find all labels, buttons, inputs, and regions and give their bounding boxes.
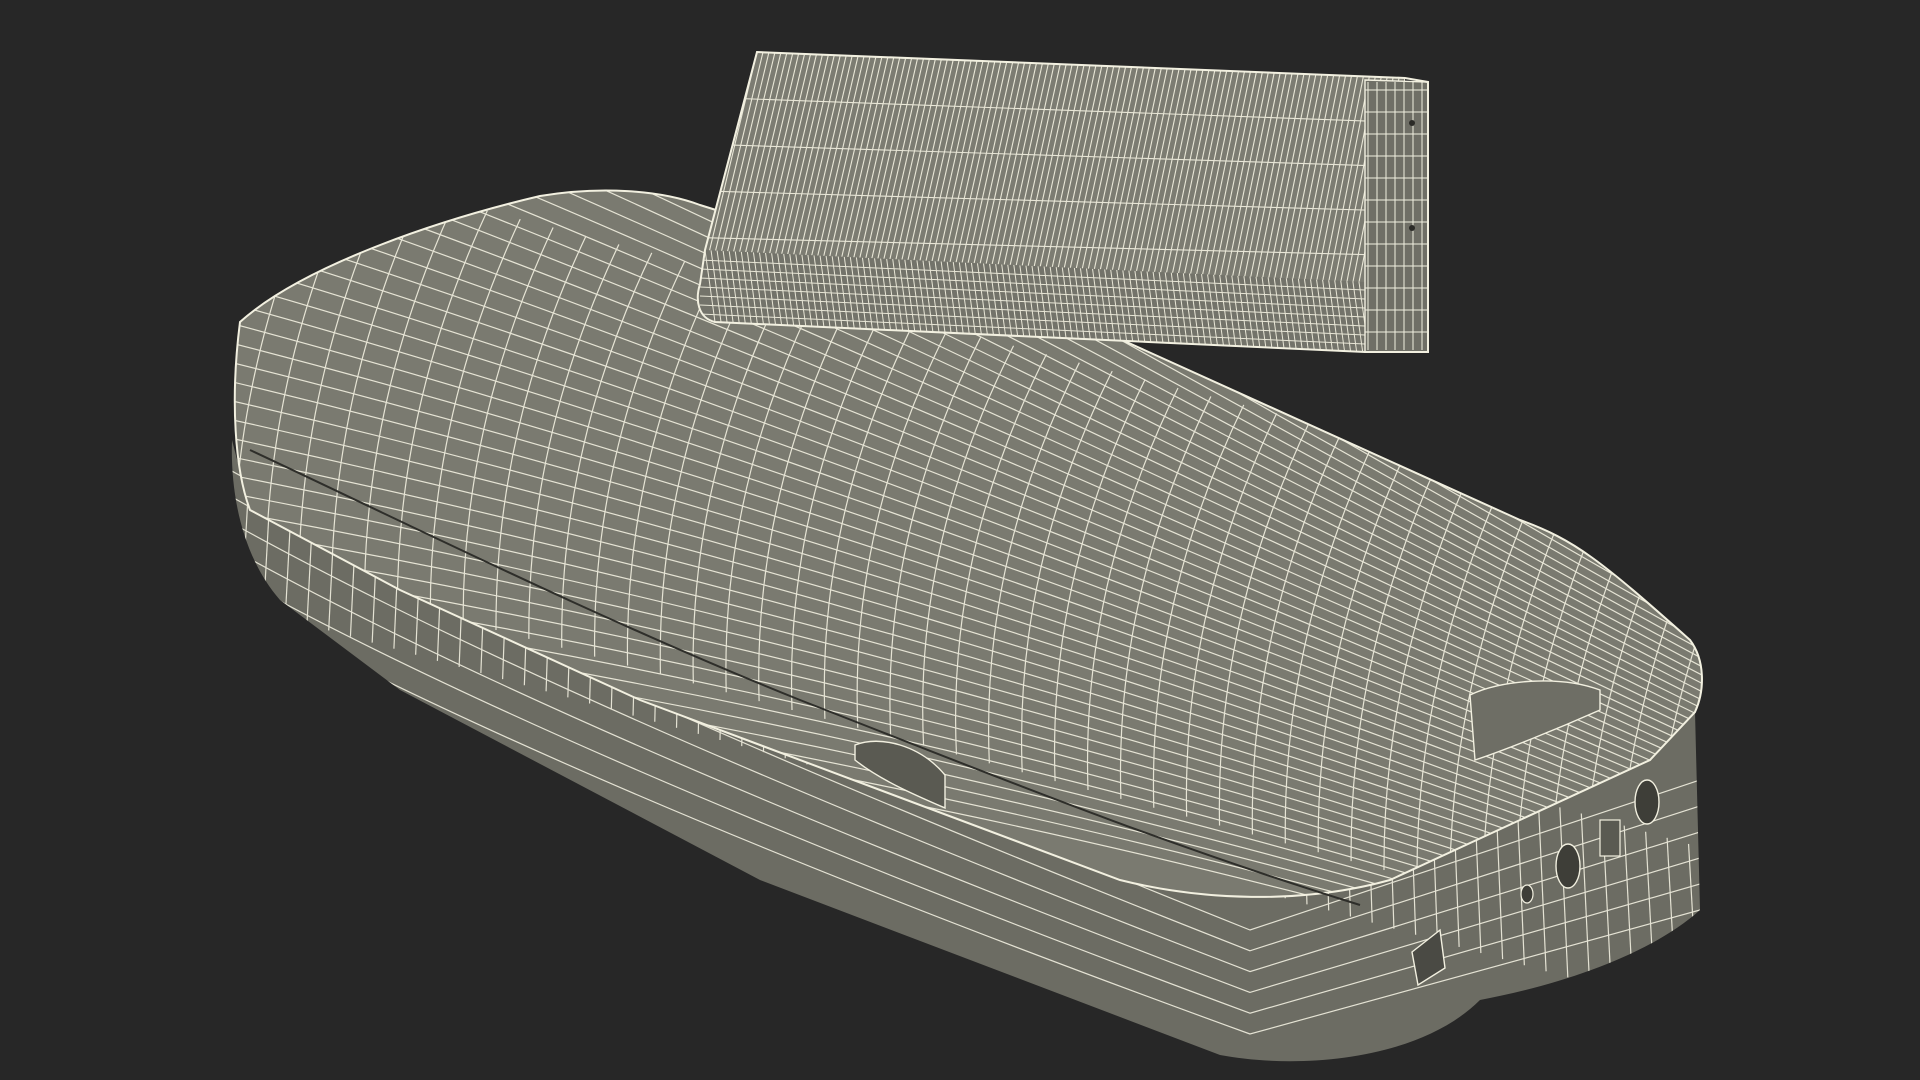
render-viewport [0, 0, 1920, 1080]
wire-line [220, 430, 230, 600]
battery [696, 50, 1429, 353]
wire-line [1710, 850, 1720, 1020]
wireframe-render [220, 50, 1720, 1062]
